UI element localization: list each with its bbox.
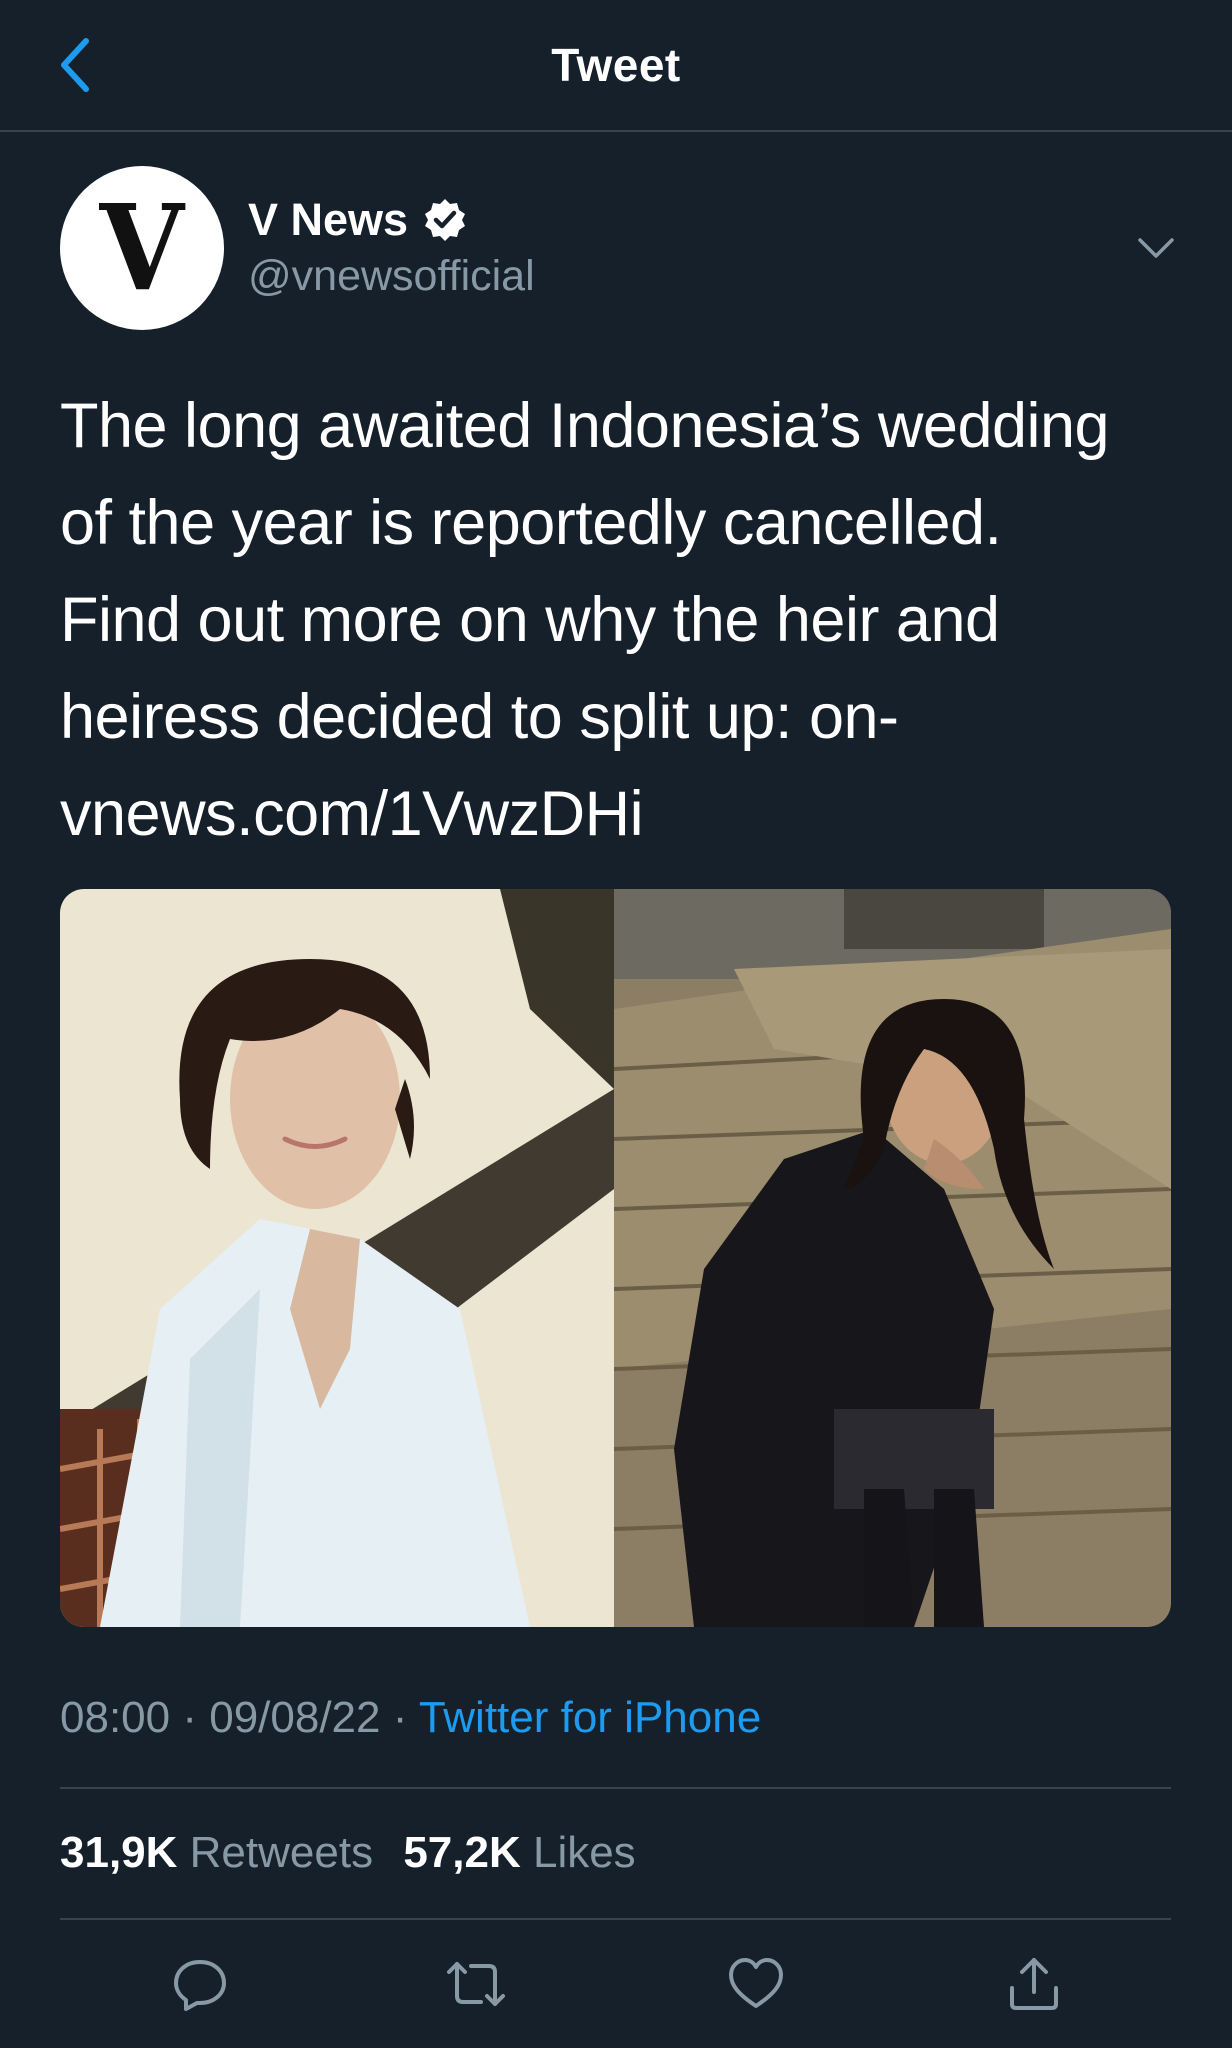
tweet-time: 08:00 — [60, 1693, 171, 1742]
share-button[interactable] — [994, 1944, 1074, 2024]
chevron-down-icon — [1138, 238, 1174, 258]
tweet-line: The long awaited Indonesia’s wedding — [60, 391, 1110, 461]
divider — [60, 1918, 1171, 1920]
meta-separator: · — [380, 1693, 419, 1742]
retweet-button[interactable] — [436, 1944, 516, 2024]
share-icon — [1010, 1958, 1058, 2010]
retweet-count[interactable]: 31,9K — [60, 1828, 177, 1877]
reply-button[interactable] — [160, 1944, 240, 2024]
photo-right[interactable] — [614, 889, 1171, 1627]
retweet-icon — [447, 1962, 505, 2006]
verified-badge-icon — [422, 197, 468, 243]
tweet-text: The long awaited Indonesia’s wedding of … — [60, 378, 1180, 863]
avatar[interactable]: V — [60, 166, 224, 330]
author-name: V News — [248, 194, 409, 245]
action-bar — [0, 1944, 1232, 2024]
tweet-line: of the year is reportedly cancelled. — [60, 488, 1002, 558]
divider — [60, 1787, 1171, 1789]
photo-left[interactable] — [60, 889, 614, 1627]
tweet-source-link[interactable]: Twitter for iPhone — [419, 1693, 761, 1742]
avatar-letter: V — [99, 178, 185, 317]
like-count[interactable]: 57,2K — [403, 1828, 520, 1877]
tweet-line: Find out more on why the heir and — [60, 585, 1000, 655]
page-title: Tweet — [551, 39, 681, 91]
like-icon — [729, 1958, 783, 2008]
tweet-stats: 31,9K Retweets 57,2K Likes — [60, 1828, 654, 1878]
like-label[interactable]: Likes — [533, 1828, 636, 1877]
author-name-row[interactable]: V News — [248, 194, 468, 246]
tweet-date: 09/08/22 — [209, 1693, 381, 1742]
meta-separator: · — [170, 1693, 210, 1742]
top-bar: Tweet — [0, 0, 1232, 132]
tweet-line: heiress decided to split up: on- — [60, 682, 899, 752]
reply-icon — [174, 1960, 226, 2011]
like-button[interactable] — [716, 1944, 796, 2024]
tweet-meta: 08:00 · 09/08/22 · Twitter for iPhone — [60, 1693, 761, 1743]
retweet-label[interactable]: Retweets — [190, 1828, 373, 1877]
tweet-link[interactable]: vnews.com/1VwzDHi — [60, 766, 1180, 863]
more-options-button[interactable] — [1128, 228, 1184, 268]
author-handle[interactable]: @vnewsofficial — [248, 252, 535, 301]
tweet-media — [60, 889, 1171, 1627]
